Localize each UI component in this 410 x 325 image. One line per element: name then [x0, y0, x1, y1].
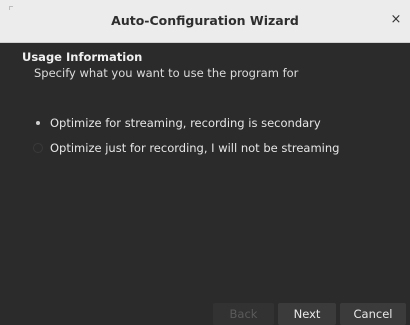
- window-title: Auto-Configuration Wizard: [111, 13, 299, 28]
- option-streaming-radio[interactable]: Optimize for streaming, recording is sec…: [33, 115, 321, 131]
- option-recording-radio[interactable]: Optimize just for recording, I will not …: [33, 140, 339, 156]
- resize-corner-icon: [9, 6, 13, 10]
- section-title: Usage Information: [22, 50, 143, 64]
- next-button[interactable]: Next: [278, 303, 336, 325]
- wizard-content: Usage Information Specify what you want …: [0, 43, 410, 325]
- wizard-window: Auto-Configuration Wizard × Usage Inform…: [0, 0, 410, 325]
- title-bar: Auto-Configuration Wizard ×: [0, 0, 410, 43]
- radio-checked-icon: [33, 118, 43, 128]
- section-subtitle: Specify what you want to use the program…: [34, 66, 299, 80]
- close-button[interactable]: ×: [388, 12, 404, 28]
- option-recording-label: Optimize just for recording, I will not …: [50, 141, 340, 155]
- radio-unchecked-icon: [33, 143, 43, 153]
- option-streaming-label: Optimize for streaming, recording is sec…: [50, 116, 321, 130]
- back-button[interactable]: Back: [213, 303, 274, 325]
- cancel-button[interactable]: Cancel: [340, 303, 406, 325]
